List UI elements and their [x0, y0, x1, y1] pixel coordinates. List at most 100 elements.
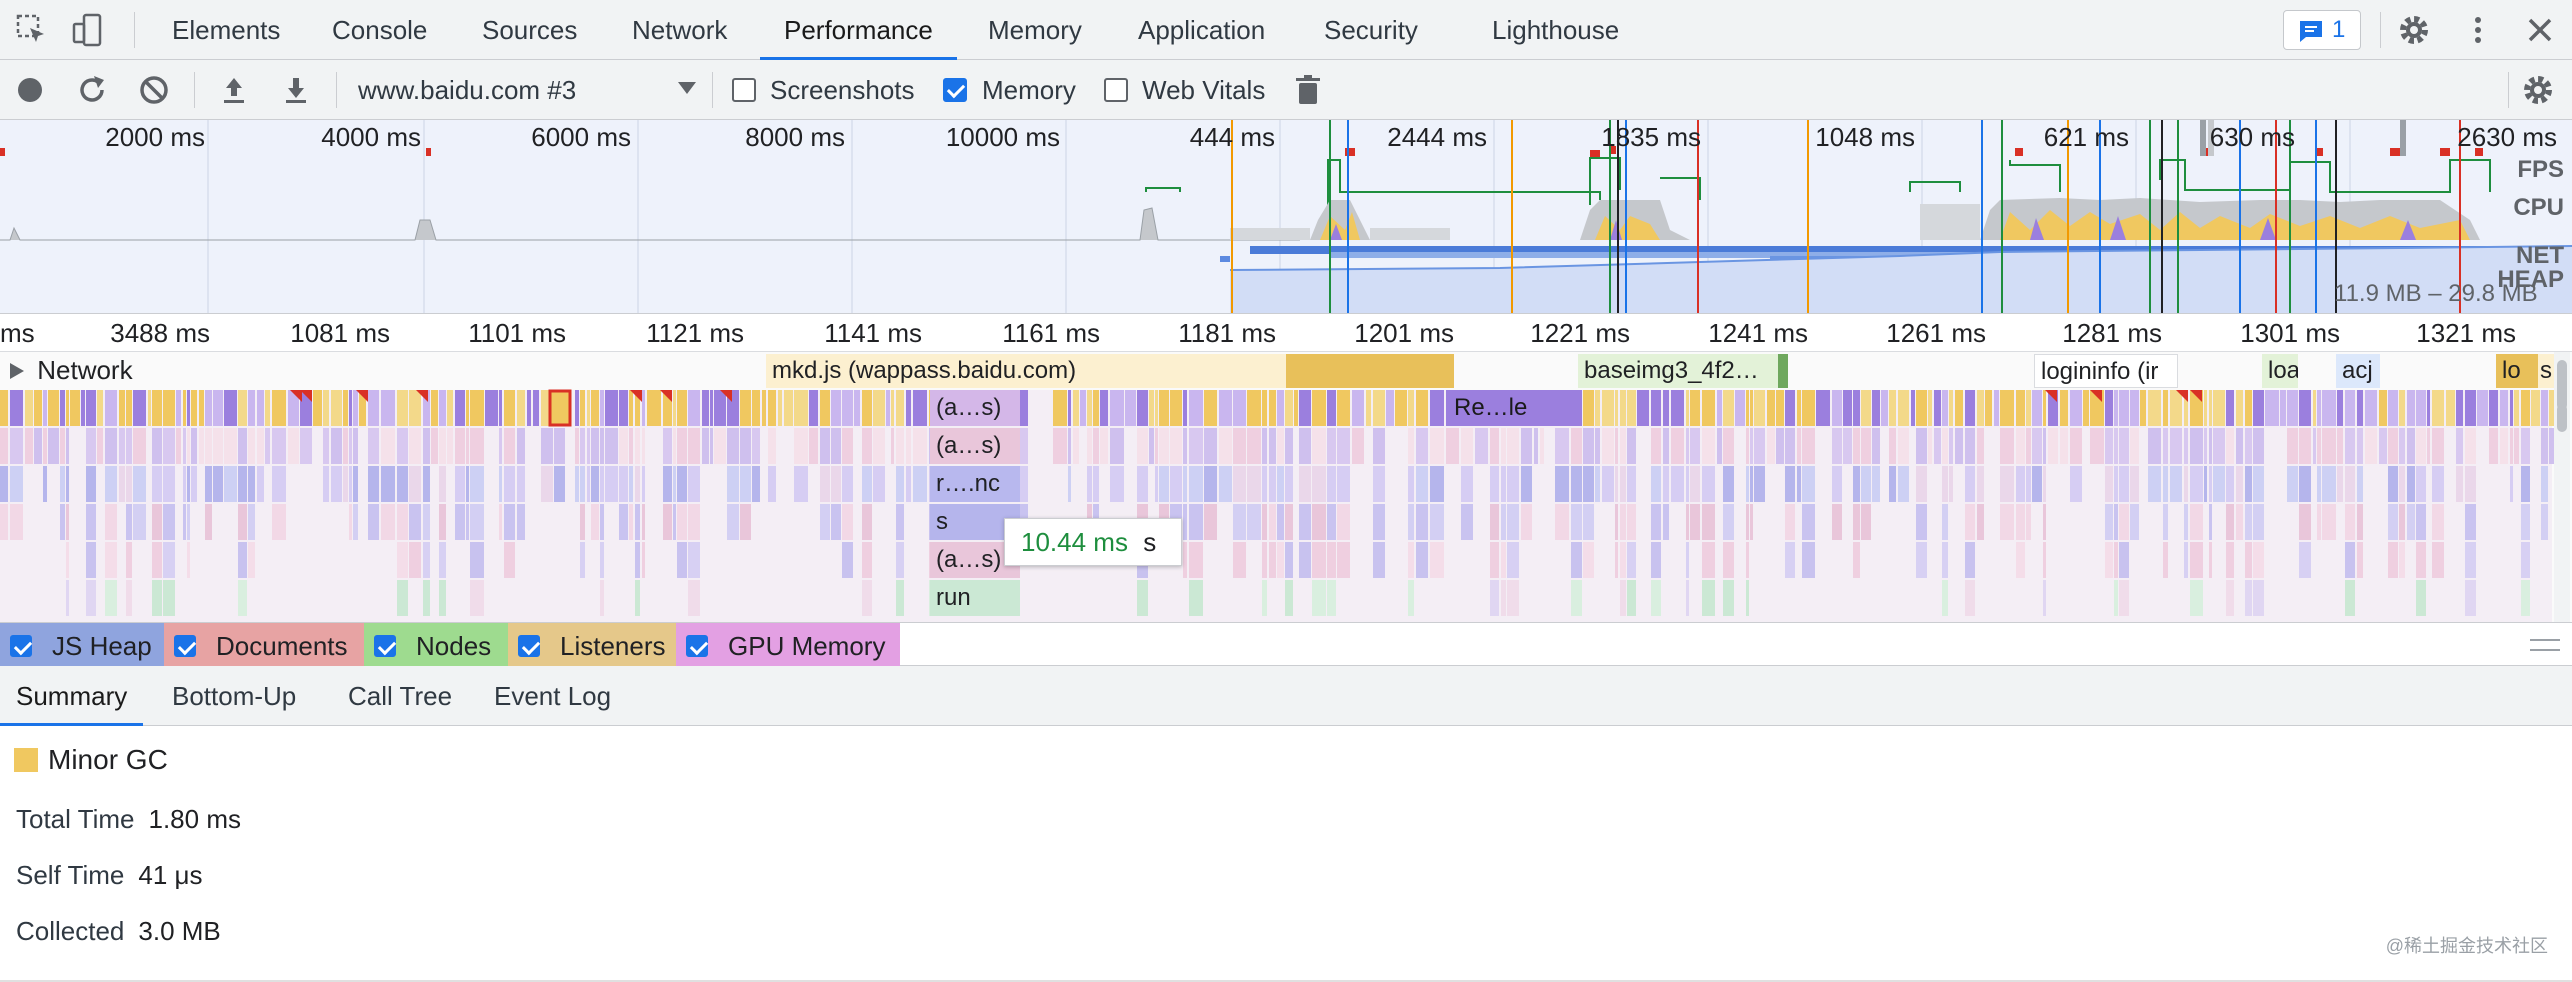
tab-event-log[interactable]: Event Log: [494, 666, 611, 726]
screenshots-checkbox[interactable]: [732, 78, 756, 102]
ruler-label: 1221 ms: [1530, 318, 1630, 348]
counter-listeners[interactable]: Listeners: [508, 623, 676, 667]
tab-performance[interactable]: Performance: [760, 0, 957, 60]
network-track-toggle[interactable]: Network: [0, 352, 200, 388]
network-request[interactable]: baseimg3_4f2…: [1578, 354, 1788, 388]
ruler-label: 1201 ms: [1354, 318, 1454, 348]
overview-time-label: 6000 ms: [531, 122, 631, 152]
capture-settings-gear-icon[interactable]: [2520, 72, 2556, 108]
counter-label: Listeners: [560, 631, 666, 661]
self-time-value: 41 μs: [138, 860, 203, 890]
counter-label: Documents: [216, 631, 348, 661]
flame-scrollbar-thumb[interactable]: [2557, 360, 2567, 410]
network-request-label: acj: [2342, 357, 2373, 384]
tab-memory[interactable]: Memory: [988, 0, 1082, 60]
tab-summary[interactable]: Summary: [0, 666, 144, 726]
tab-bottom-up[interactable]: Bottom-Up: [172, 666, 296, 726]
counter-nodes[interactable]: Nodes: [364, 623, 508, 667]
tab-security[interactable]: Security: [1324, 0, 1418, 60]
ruler-label: 1241 ms: [1708, 318, 1808, 348]
network-request[interactable]: acj: [2336, 354, 2380, 388]
summary-self-time: Self Time 41 μs: [16, 860, 203, 891]
settings-gear-icon[interactable]: [2396, 12, 2432, 48]
self-time-label: Self Time: [16, 860, 125, 890]
counter-gpu-memory[interactable]: GPU Memory: [676, 623, 900, 667]
flame-event[interactable]: (a…s): [930, 428, 1020, 464]
flame-tooltip: 10.44 ms s: [1004, 518, 1182, 566]
close-icon[interactable]: [2522, 12, 2558, 48]
network-request[interactable]: logininfo (ir: [2034, 354, 2178, 388]
collect-garbage-icon[interactable]: [1290, 72, 1326, 108]
resize-handle-icon[interactable]: [2530, 639, 2560, 651]
network-request-bar[interactable]: [1286, 354, 1454, 388]
details-tab-bar: Summary Bottom-Up Call Tree Event Log: [0, 666, 2572, 726]
tab-network[interactable]: Network: [632, 0, 727, 60]
record-icon[interactable]: [12, 72, 48, 108]
network-request-label: s: [2540, 357, 2552, 384]
summary-collected: Collected 3.0 MB: [16, 916, 221, 947]
ruler-label: 1261 ms: [1886, 318, 1986, 348]
web-vitals-label: Web Vitals: [1142, 75, 1266, 105]
tab-call-tree[interactable]: Call Tree: [348, 666, 452, 726]
network-request[interactable]: mkd.js (wappass.baidu.com): [766, 354, 1286, 388]
network-request-label: baseimg3_4f2…: [1584, 357, 1759, 384]
flame-event[interactable]: run: [930, 580, 1020, 616]
tab-sources[interactable]: Sources: [482, 0, 577, 60]
overview-time-label: 2444 ms: [1387, 122, 1487, 152]
flame-chart-graph: [0, 389, 2561, 622]
listeners-checkbox[interactable]: [518, 635, 540, 657]
overview-time-label: 2000 ms: [105, 122, 205, 152]
tooltip-time: 10.44 ms: [1021, 527, 1128, 557]
screenshots-label: Screenshots: [770, 75, 915, 105]
network-request[interactable]: loa: [2262, 354, 2298, 388]
flame-event-label: run: [936, 584, 971, 611]
counter-documents[interactable]: Documents: [164, 623, 364, 667]
nodes-checkbox[interactable]: [374, 635, 396, 657]
messages-badge[interactable]: 1: [2283, 10, 2361, 50]
ruler-label: 1081 ms: [290, 318, 390, 348]
reload-icon[interactable]: [74, 72, 110, 108]
load-profile-icon[interactable]: [216, 72, 252, 108]
ruler-label: 1161 ms: [1002, 318, 1100, 348]
flame-event-label: r….nc: [936, 470, 1001, 497]
tab-console[interactable]: Console: [332, 0, 427, 60]
save-profile-icon[interactable]: [278, 72, 314, 108]
flame-chart[interactable]: Network mkd.js (wappass.baidu.com) basei…: [0, 352, 2572, 622]
js-heap-checkbox[interactable]: [10, 635, 32, 657]
network-request[interactable]: lo: [2496, 354, 2538, 388]
fps-track-label: FPS: [2517, 156, 2564, 183]
flame-scrollbar-thumb[interactable]: [2557, 404, 2567, 432]
tab-lighthouse[interactable]: Lighthouse: [1492, 0, 1619, 60]
timeline-overview[interactable]: 2000 ms 4000 ms 6000 ms 8000 ms 10000 ms…: [0, 120, 2572, 314]
ruler-label: 3488 ms: [110, 318, 210, 348]
total-time-label: Total Time: [16, 804, 135, 834]
ruler-label: 1141 ms: [824, 318, 922, 348]
watermark: @稀土掘金技术社区: [2385, 936, 2548, 956]
inspect-element-icon[interactable]: [14, 12, 50, 48]
counter-js-heap[interactable]: JS Heap: [0, 623, 164, 667]
tab-application[interactable]: Application: [1138, 0, 1265, 60]
web-vitals-checkbox[interactable]: [1104, 78, 1128, 102]
cpu-track-label: CPU: [2513, 194, 2564, 221]
clear-icon[interactable]: [136, 72, 172, 108]
flame-scrollbar[interactable]: [2554, 352, 2570, 622]
more-options-icon[interactable]: [2460, 12, 2496, 48]
network-track-label: Network: [37, 355, 133, 385]
flame-event[interactable]: r….nc: [930, 466, 1020, 502]
memory-checkbox[interactable]: [943, 78, 967, 102]
counter-label: Nodes: [416, 631, 492, 661]
recording-select[interactable]: www.baidu.com #3: [358, 60, 698, 120]
message-count: 1: [2332, 16, 2346, 43]
documents-checkbox[interactable]: [174, 635, 196, 657]
flame-event[interactable]: (a…s): [930, 390, 1020, 426]
flame-event[interactable]: Re…le: [1448, 390, 1574, 426]
summary-color-swatch: [14, 748, 38, 772]
ruler-label: ms: [0, 318, 35, 348]
heap-range-label: 11.9 MB – 29.8 MB: [2334, 280, 2538, 307]
memory-counters-bar: JS Heap Documents Nodes Listeners GPU Me…: [0, 622, 2572, 667]
overview-time-label: 4000 ms: [321, 122, 421, 152]
overview-time-label: 621 ms: [2043, 122, 2129, 152]
device-toolbar-icon[interactable]: [70, 12, 106, 48]
gpu-memory-checkbox[interactable]: [686, 635, 708, 657]
tab-elements[interactable]: Elements: [172, 0, 280, 60]
